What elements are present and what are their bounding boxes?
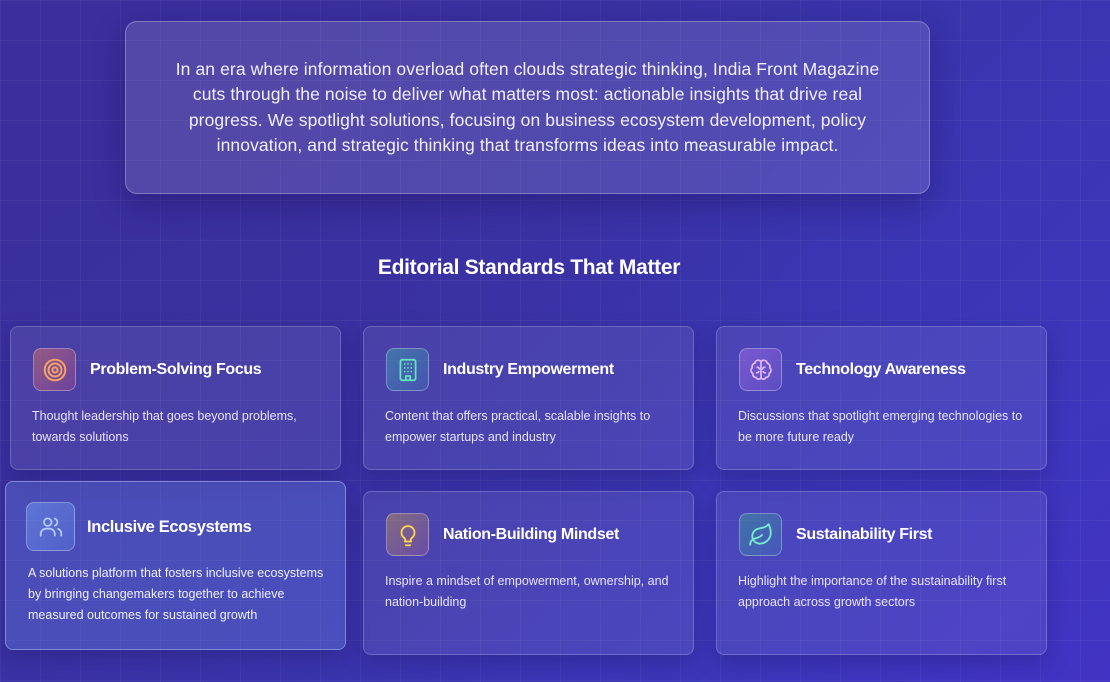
card-title: Technology Awareness bbox=[796, 361, 966, 378]
card-nation-building-mindset[interactable]: Nation-Building Mindset Inspire a mindse… bbox=[363, 491, 694, 655]
card-title: Problem-Solving Focus bbox=[90, 361, 262, 378]
intro-panel: In an era where information overload oft… bbox=[125, 21, 930, 194]
card-title: Industry Empowerment bbox=[443, 361, 614, 378]
card-technology-awareness[interactable]: Technology Awareness Discussions that sp… bbox=[716, 326, 1047, 470]
card-inclusive-ecosystems[interactable]: Inclusive Ecosystems A solutions platfor… bbox=[5, 481, 346, 650]
card-description: Discussions that spotlight emerging tech… bbox=[738, 409, 1023, 444]
card-problem-solving-focus[interactable]: Problem-Solving Focus Thought leadership… bbox=[10, 326, 341, 470]
lightbulb-icon bbox=[386, 513, 429, 556]
card-description: Highlight the importance of the sustaina… bbox=[738, 574, 1007, 609]
brain-icon bbox=[739, 348, 782, 391]
card-description: Content that offers practical, scalable … bbox=[385, 409, 651, 444]
card-title: Nation-Building Mindset bbox=[443, 526, 619, 543]
card-title: Inclusive Ecosystems bbox=[87, 518, 252, 536]
target-icon bbox=[33, 348, 76, 391]
card-title: Sustainability First bbox=[796, 526, 933, 543]
card-industry-empowerment[interactable]: Industry Empowerment Content that offers… bbox=[363, 326, 694, 470]
leaf-icon bbox=[739, 513, 782, 556]
intro-text: In an era where information overload oft… bbox=[175, 58, 880, 156]
section-title: Editorial Standards That Matter bbox=[377, 256, 681, 279]
card-description: A solutions platform that fosters inclus… bbox=[28, 566, 324, 622]
card-sustainability-first[interactable]: Sustainability First Highlight the impor… bbox=[716, 491, 1047, 655]
building-icon bbox=[386, 348, 429, 391]
card-description: Inspire a mindset of empowerment, owners… bbox=[385, 574, 669, 609]
users-icon bbox=[26, 502, 75, 551]
card-description: Thought leadership that goes beyond prob… bbox=[32, 409, 297, 444]
